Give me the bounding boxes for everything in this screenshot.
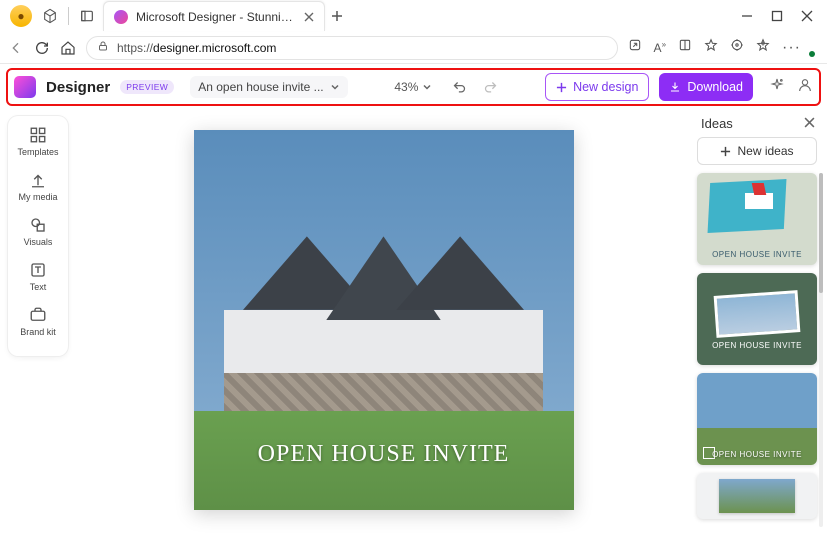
sparkle-icon[interactable] bbox=[769, 77, 785, 98]
upload-icon bbox=[29, 171, 47, 189]
workspace-icon[interactable] bbox=[42, 8, 58, 24]
new-ideas-label: New ideas bbox=[737, 144, 793, 158]
download-button[interactable]: Download bbox=[659, 73, 753, 101]
templates-icon bbox=[29, 126, 47, 144]
canvas-house bbox=[224, 236, 543, 411]
app-logo bbox=[14, 76, 36, 98]
notification-dot bbox=[809, 51, 815, 57]
url-field[interactable]: https://designer.microsoft.com bbox=[86, 36, 618, 60]
artboard[interactable]: OPEN HOUSE INVITE bbox=[194, 130, 574, 510]
sidebar-item-label: Templates bbox=[17, 147, 58, 157]
idea-card[interactable]: OPEN HOUSE INVITE bbox=[697, 173, 817, 265]
left-toolbar: Templates My media Visuals Text Brand ki… bbox=[8, 116, 68, 356]
app-brand: Designer bbox=[46, 79, 110, 96]
sidebar-item-my-media[interactable]: My media bbox=[8, 171, 68, 202]
sidebar-item-text[interactable]: Text bbox=[8, 261, 68, 292]
document-title-dropdown[interactable]: An open house invite ... bbox=[190, 76, 347, 98]
tab-favicon bbox=[114, 10, 128, 24]
url-scheme: https:// bbox=[117, 41, 153, 55]
idea-card[interactable]: OPEN HOUSE INVITE bbox=[697, 273, 817, 365]
close-icon[interactable] bbox=[804, 116, 815, 131]
ideas-panel: Ideas New ideas OPEN HOUSE INVITE OPEN H… bbox=[697, 114, 817, 555]
window-maximize-icon[interactable] bbox=[771, 10, 783, 22]
brand-kit-icon bbox=[29, 306, 47, 324]
collections-icon[interactable] bbox=[756, 38, 770, 57]
canvas-headline[interactable]: OPEN HOUSE INVITE bbox=[194, 441, 574, 468]
new-design-button[interactable]: New design bbox=[545, 73, 649, 101]
reader-icon[interactable] bbox=[678, 38, 692, 57]
browser-address-bar: https://designer.microsoft.com A» ··· bbox=[0, 32, 827, 64]
lock-icon bbox=[97, 39, 109, 57]
url-text: https://designer.microsoft.com bbox=[117, 41, 276, 55]
tab-close-icon[interactable] bbox=[304, 12, 314, 22]
browser-tab[interactable]: Microsoft Designer - Stunning d bbox=[103, 1, 325, 31]
more-icon[interactable]: ··· bbox=[782, 39, 801, 57]
new-tab-button[interactable] bbox=[331, 10, 343, 22]
idea-card[interactable]: OPEN HOUSE INVITE bbox=[697, 373, 817, 465]
sidebar-item-visuals[interactable]: Visuals bbox=[8, 216, 68, 247]
sidebar-item-label: My media bbox=[18, 192, 57, 202]
text-icon bbox=[29, 261, 47, 279]
visuals-icon bbox=[29, 216, 47, 234]
preview-badge: PREVIEW bbox=[120, 80, 174, 94]
zoom-value: 43% bbox=[394, 80, 418, 94]
idea-caption: OPEN HOUSE INVITE bbox=[697, 450, 817, 459]
ideas-title: Ideas bbox=[701, 116, 733, 131]
chevron-down-icon bbox=[422, 82, 432, 92]
canvas-area[interactable]: OPEN HOUSE INVITE bbox=[74, 108, 693, 555]
favorite-icon[interactable] bbox=[704, 38, 718, 57]
tab-title: Microsoft Designer - Stunning d bbox=[136, 10, 296, 24]
chevron-down-icon bbox=[330, 82, 340, 92]
read-aloud-icon[interactable]: A» bbox=[654, 40, 666, 55]
avatar[interactable]: ● bbox=[10, 5, 32, 27]
new-design-label: New design bbox=[573, 80, 638, 94]
home-icon[interactable] bbox=[60, 40, 76, 56]
account-icon[interactable] bbox=[797, 77, 813, 98]
divider bbox=[68, 7, 69, 25]
download-label: Download bbox=[687, 80, 743, 94]
share-icon[interactable] bbox=[628, 38, 642, 57]
idea-card[interactable] bbox=[697, 473, 817, 519]
zoom-control[interactable]: 43% bbox=[394, 80, 432, 94]
extensions-icon[interactable] bbox=[730, 38, 744, 57]
sidebar-item-label: Brand kit bbox=[20, 327, 56, 337]
undo-icon[interactable] bbox=[452, 80, 467, 95]
download-icon bbox=[669, 81, 681, 93]
sidebar-item-label: Text bbox=[30, 282, 47, 292]
plus-icon bbox=[720, 146, 731, 157]
document-title-text: An open house invite ... bbox=[198, 80, 323, 94]
back-icon[interactable] bbox=[8, 40, 24, 56]
idea-caption: OPEN HOUSE INVITE bbox=[697, 250, 817, 259]
redo-icon[interactable] bbox=[483, 80, 498, 95]
sidebar-item-templates[interactable]: Templates bbox=[8, 126, 68, 157]
browser-titlebar: ● Microsoft Designer - Stunning d bbox=[0, 0, 827, 32]
url-host: designer.microsoft.com bbox=[153, 41, 276, 55]
new-ideas-button[interactable]: New ideas bbox=[697, 137, 817, 165]
sidebar-item-label: Visuals bbox=[24, 237, 53, 247]
window-close-icon[interactable] bbox=[801, 10, 813, 22]
idea-caption: OPEN HOUSE INVITE bbox=[712, 341, 802, 351]
tab-overview-icon[interactable] bbox=[79, 8, 95, 24]
scrollbar-thumb[interactable] bbox=[819, 173, 823, 293]
refresh-icon[interactable] bbox=[34, 40, 50, 56]
sidebar-item-brand-kit[interactable]: Brand kit bbox=[8, 306, 68, 337]
plus-icon bbox=[556, 82, 567, 93]
window-minimize-icon[interactable] bbox=[741, 10, 753, 22]
app-header: Designer PREVIEW An open house invite ..… bbox=[6, 68, 821, 106]
